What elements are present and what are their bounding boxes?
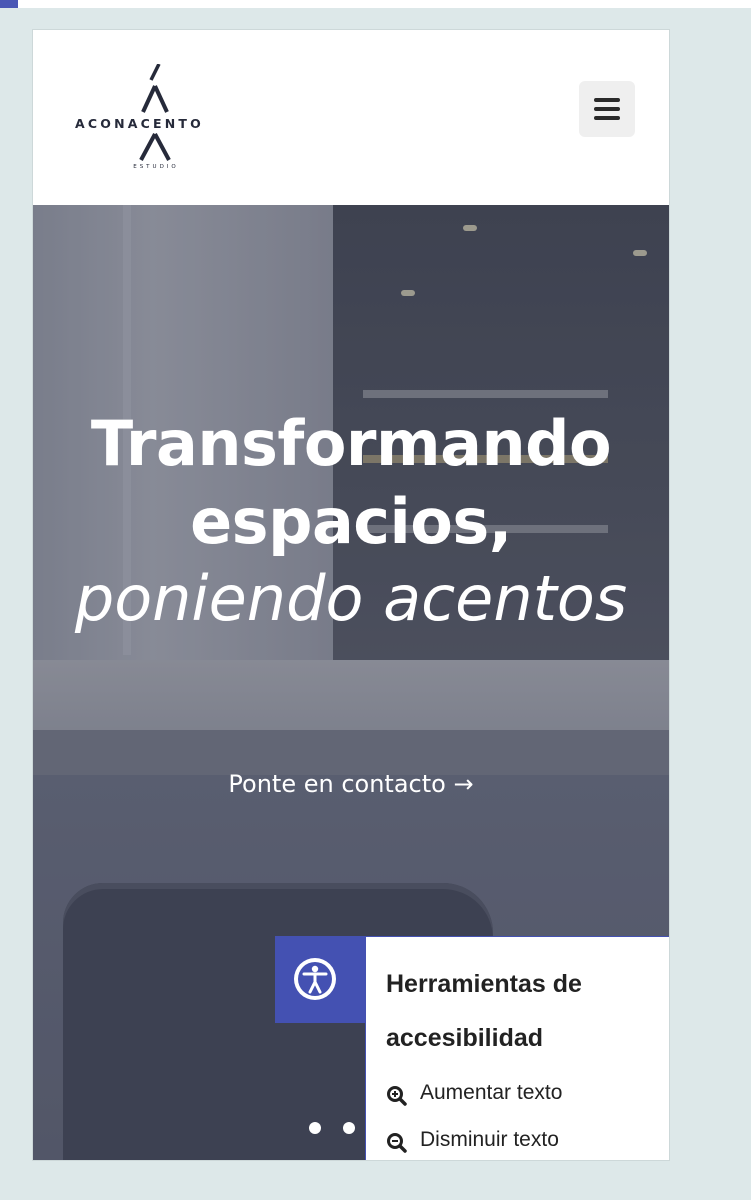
menu-button[interactable] [579, 81, 635, 137]
slider-dot[interactable] [343, 1122, 355, 1134]
hamburger-menu-icon-bar [594, 107, 620, 111]
site-header: ACONACENTO ESTUDIO [33, 30, 669, 205]
top-accent-bar [0, 0, 18, 8]
hamburger-menu-icon [594, 98, 620, 102]
zoom-in-icon [387, 1086, 407, 1106]
hero-title: Transformando espacios, [90, 407, 612, 558]
decrease-text-button[interactable]: Disminuir texto [386, 1128, 656, 1156]
hamburger-menu-icon-bar [594, 116, 620, 120]
hero-subtitle: poniendo acentos [74, 562, 628, 635]
browser-top-strip [0, 0, 751, 8]
accessibility-panel-title: Herramientas de accesibilidad [386, 970, 582, 1052]
mobile-viewport: ACONACENTO ESTUDIO Transformando espacio… [33, 30, 669, 1160]
accessibility-person-icon [294, 958, 336, 1000]
zoom-out-icon [387, 1133, 407, 1153]
accessibility-panel: Herramientas de accesibilidad Aumentar t… [365, 936, 669, 1160]
logo-subtitle: ESTUDIO [133, 164, 179, 170]
site-logo[interactable]: ACONACENTO ESTUDIO [75, 64, 235, 176]
contact-cta-link[interactable]: Ponte en contacto → [33, 770, 669, 798]
logo-wordmark: ACONACENTO [75, 116, 204, 131]
increase-text-label: Aumentar texto [420, 1081, 563, 1104]
slider-dot[interactable] [309, 1122, 321, 1134]
increase-text-button[interactable]: Aumentar texto [386, 1081, 656, 1109]
decrease-text-label: Disminuir texto [420, 1128, 559, 1151]
accessibility-toggle-button[interactable] [275, 936, 365, 1023]
